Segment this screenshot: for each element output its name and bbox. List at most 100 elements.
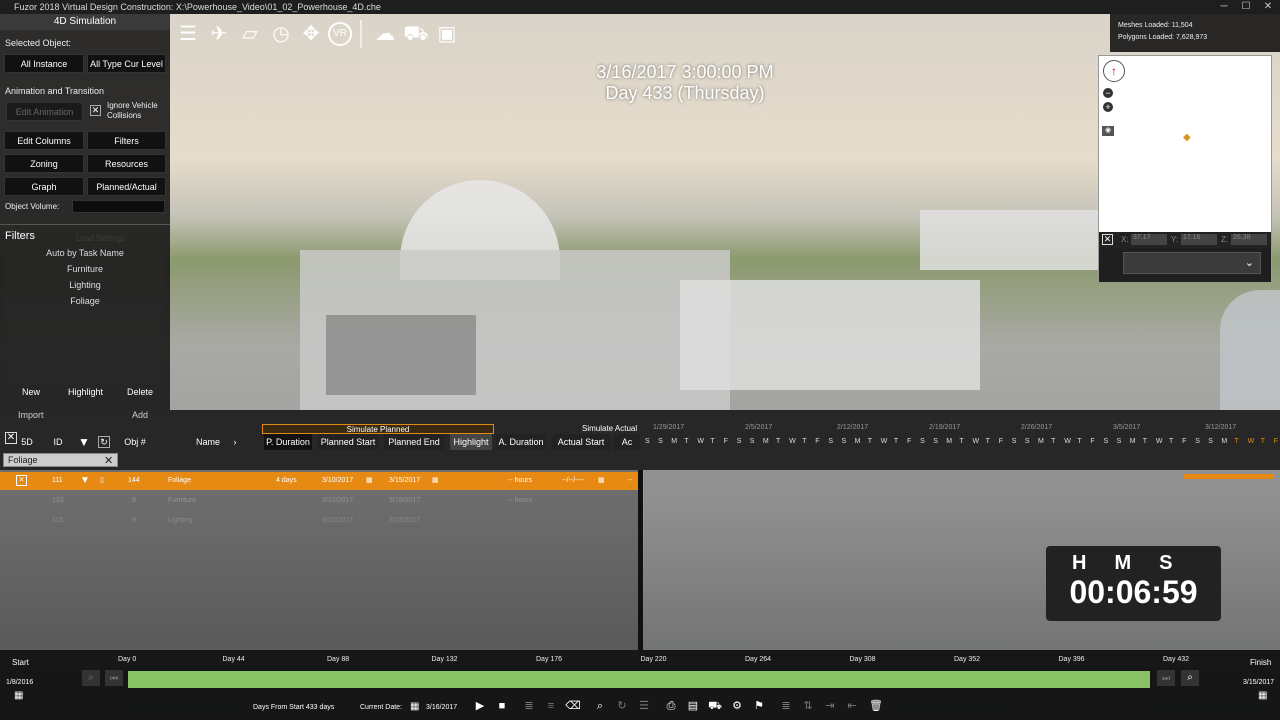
row-checkbox[interactable]: ✕	[16, 475, 27, 486]
folder-icon[interactable]: ▱	[236, 20, 264, 48]
minimap-panel[interactable]: ↑ − + ◉ ◆ ✕ X: 37.17 Y: 17.16 Z: 26.38 ⌄	[1098, 55, 1272, 282]
table-row[interactable]: ✕ 111 ▼ ▯ 144 Foliage 4 days 3/10/2017 ▦…	[0, 472, 640, 490]
filter-icon[interactable]: ▼	[78, 434, 90, 450]
zoom-in-timeline-icon[interactable]: ⌕	[1181, 670, 1199, 686]
col-planned-start[interactable]: Planned Start	[317, 434, 379, 450]
drone-icon[interactable]: ✈	[205, 20, 233, 48]
simulate-actual-label[interactable]: Simulate Actual	[582, 424, 637, 433]
step-icon[interactable]: ≣	[521, 698, 537, 714]
new-filter-button[interactable]: New	[22, 387, 40, 397]
simulate-planned-bar[interactable]: Simulate Planned	[262, 424, 494, 434]
camera-icon[interactable]: ▣	[433, 20, 461, 48]
all-type-button[interactable]: All Type Cur Level	[87, 54, 166, 73]
play-icon[interactable]: ▶	[472, 698, 488, 714]
col-actual-end[interactable]: Ac	[614, 434, 640, 450]
doc-icon[interactable]: ▯	[100, 472, 104, 490]
export-icon[interactable]: ⎙	[663, 698, 679, 714]
flag-icon[interactable]: ⚑	[751, 698, 767, 714]
filter-item[interactable]: Foliage	[4, 293, 166, 309]
all-instance-button[interactable]: All Instance	[4, 54, 84, 73]
planned-actual-button[interactable]: Planned/Actual	[87, 177, 166, 196]
col-name[interactable]: Name	[190, 434, 226, 450]
close-button[interactable]: ✕	[1256, 0, 1280, 14]
cloud-icon[interactable]: ☁	[371, 20, 399, 48]
edit-animation-button[interactable]: Edit Animation	[6, 102, 83, 121]
gantt-weekday-label: T	[1234, 438, 1239, 445]
sort-icon[interactable]: ⇅	[800, 698, 816, 714]
filter-search-input[interactable]: Foliage	[3, 453, 118, 467]
settings-icon[interactable]: ⚙	[729, 698, 745, 714]
clock-icon[interactable]: ◷	[267, 20, 295, 48]
link-icon[interactable]: ↻	[98, 436, 110, 448]
ignore-vehicle-checkbox[interactable]: ✕	[90, 105, 101, 116]
align-icon[interactable]: ≣	[778, 698, 794, 714]
graph-button[interactable]: Graph	[4, 177, 84, 196]
gantt-bar[interactable]	[1184, 474, 1274, 479]
zoom-out-icon[interactable]: −	[1103, 88, 1113, 98]
list-icon[interactable]: ☰	[174, 20, 202, 48]
zoom-out-timeline-icon[interactable]: ⌕	[82, 670, 100, 686]
col-highlight[interactable]: Highlight	[450, 434, 492, 450]
import-button[interactable]: Import	[18, 410, 44, 420]
start-calendar-icon[interactable]: ▦	[14, 690, 23, 701]
grid-splitter[interactable]	[638, 470, 643, 650]
table-row[interactable]: 123 9 Furniture 3/10/2017 3/15/2017 -- h…	[0, 492, 640, 510]
minimize-button[interactable]: ─	[1212, 0, 1236, 14]
refresh-icon[interactable]: ↻	[614, 698, 630, 714]
step-back-icon[interactable]: ≡	[543, 698, 559, 714]
col-obj[interactable]: Obj #	[120, 434, 150, 450]
vr-icon[interactable]: VR	[328, 22, 352, 46]
col-p-duration[interactable]: P. Duration	[264, 434, 312, 450]
search-icon[interactable]: ⌕	[592, 698, 608, 714]
vehicle-icon[interactable]: ⛟	[402, 20, 430, 48]
5d-checkbox[interactable]: ✕	[5, 432, 17, 444]
object-volume-field[interactable]	[72, 200, 165, 213]
filter-item[interactable]: Furniture	[4, 261, 166, 277]
x-field[interactable]: 37.17	[1131, 234, 1167, 245]
edit-columns-button[interactable]: Edit Columns	[4, 131, 84, 150]
resources-button[interactable]: Resources	[87, 154, 166, 173]
skip-start-icon[interactable]: ⏮	[105, 670, 123, 686]
chevron-right-icon[interactable]: ›	[230, 434, 240, 450]
compass-icon[interactable]: ↑	[1103, 60, 1125, 82]
chart-icon[interactable]: ▤	[685, 698, 701, 714]
y-field[interactable]: 17.16	[1181, 234, 1217, 245]
col-5d[interactable]: 5D	[20, 434, 34, 450]
finish-calendar-icon[interactable]: ▦	[1258, 690, 1267, 701]
skip-end-icon[interactable]: ⏭	[1157, 670, 1175, 686]
stop-icon[interactable]: ■	[494, 698, 510, 714]
filter-item[interactable]: Lighting	[4, 277, 166, 293]
current-date-value[interactable]: 3/16/2017	[426, 704, 457, 711]
trash-icon[interactable]: 🗑	[868, 698, 884, 714]
calendar-icon[interactable]: ▦	[598, 472, 605, 490]
current-date-calendar-icon[interactable]: ▦	[410, 701, 419, 712]
zoom-in-icon[interactable]: +	[1103, 102, 1113, 112]
col-actual-start[interactable]: Actual Start	[552, 434, 610, 450]
maximize-button[interactable]: ☐	[1234, 0, 1258, 14]
coords-checkbox[interactable]: ✕	[1102, 234, 1113, 245]
add-button[interactable]: Add	[132, 410, 148, 420]
calendar-icon[interactable]: ▦	[366, 472, 373, 490]
col-planned-end[interactable]: Planned End	[384, 434, 444, 450]
filter-icon[interactable]: ▼	[80, 472, 90, 490]
layers-icon[interactable]: ☰	[636, 698, 652, 714]
clear-filter-icon[interactable]: ✕	[104, 454, 113, 467]
timeline-track[interactable]	[128, 671, 1150, 688]
col-id[interactable]: ID	[50, 434, 66, 450]
delete-filter-button[interactable]: Delete	[127, 387, 153, 397]
col-a-duration[interactable]: A. Duration	[496, 434, 546, 450]
filters-button[interactable]: Filters	[87, 131, 166, 150]
view-dropdown[interactable]: ⌄	[1123, 252, 1261, 274]
indent-icon[interactable]: ⇥	[822, 698, 838, 714]
table-row[interactable]: 115 9 Lighting 3/10/2017 3/15/2017	[0, 512, 640, 530]
outdent-icon[interactable]: ⇤	[844, 698, 860, 714]
vehicle-icon[interactable]: ⛟	[707, 698, 723, 714]
move-icon[interactable]: ✥	[297, 20, 325, 48]
zoning-button[interactable]: Zoning	[4, 154, 84, 173]
z-field[interactable]: 26.38	[1231, 234, 1267, 245]
view-icon[interactable]: ◉	[1102, 126, 1114, 136]
clear-icon[interactable]: ⌫	[565, 698, 581, 714]
filter-item[interactable]: Auto by Task Name	[4, 245, 166, 261]
calendar-icon[interactable]: ▦	[432, 472, 439, 490]
highlight-filter-button[interactable]: Highlight	[68, 387, 103, 397]
